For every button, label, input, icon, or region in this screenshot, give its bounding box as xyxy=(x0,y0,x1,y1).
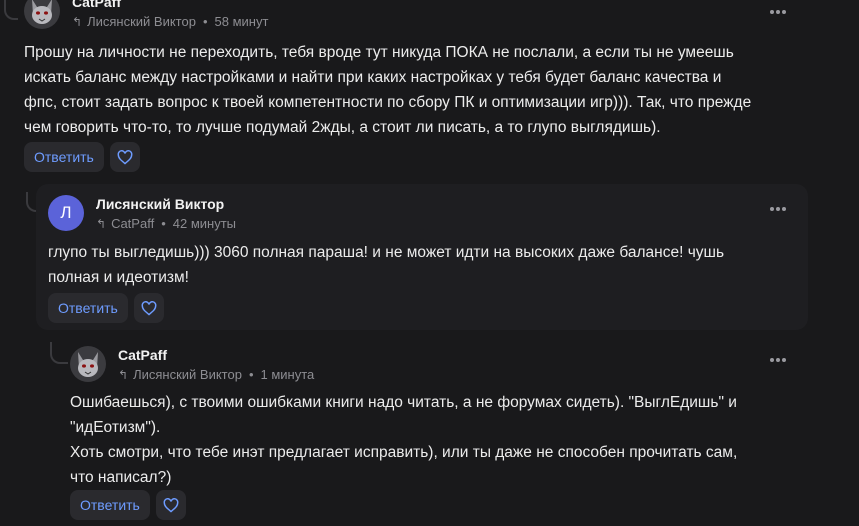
comment-time: 58 минут xyxy=(214,14,269,29)
comment-author[interactable]: CatPaff xyxy=(118,346,314,364)
reply-button[interactable]: Ответить xyxy=(24,142,104,172)
heart-icon xyxy=(163,497,179,512)
reply-button[interactable]: Ответить xyxy=(48,293,128,323)
more-dots-icon[interactable] xyxy=(770,353,786,367)
separator-dot: • xyxy=(202,14,208,29)
cat-avatar[interactable] xyxy=(24,0,60,29)
separator-dot: • xyxy=(161,216,166,231)
reply-arrow-icon: ↰ xyxy=(118,368,129,382)
comment-meta: ↰ Лисянский Виктор • 58 минут xyxy=(72,13,268,31)
comment-time: 1 минута xyxy=(260,367,315,382)
comment-meta: ↰ Лисянский Виктор • 1 минута xyxy=(118,366,314,384)
reply-to-user[interactable]: CatPaff xyxy=(111,215,154,233)
comment-text: Ошибаешься), с твоими ошибками книги над… xyxy=(70,394,738,486)
comment-meta: ↰ CatPaff • 42 минуты xyxy=(96,215,236,233)
thread-line xyxy=(4,0,18,20)
more-dots-icon[interactable] xyxy=(770,202,786,216)
thread-line xyxy=(50,342,68,364)
comment-text: глупо ты выгледишь))) 3060 полная параша… xyxy=(48,244,725,286)
comment-text: Прошу на личности не переходить, тебя вр… xyxy=(24,44,752,136)
reply-button[interactable]: Ответить xyxy=(70,490,150,520)
comment-author[interactable]: CatPaff xyxy=(72,0,268,11)
separator-dot: • xyxy=(248,367,254,382)
heart-icon xyxy=(117,149,133,164)
reply-to-user[interactable]: Лисянский Виктор xyxy=(133,366,242,384)
user-avatar[interactable]: Л xyxy=(48,195,84,231)
comment-time: 42 минуты xyxy=(172,216,236,231)
comment-author[interactable]: Лисянский Виктор xyxy=(96,195,236,213)
like-button[interactable] xyxy=(155,490,186,520)
heart-icon xyxy=(141,300,157,315)
reply-to-user[interactable]: Лисянский Виктор xyxy=(87,13,196,31)
like-button[interactable] xyxy=(109,142,140,172)
reply-arrow-icon: ↰ xyxy=(96,217,107,231)
reply-arrow-icon: ↰ xyxy=(72,15,83,29)
cat-avatar[interactable] xyxy=(70,346,106,382)
like-button[interactable] xyxy=(133,293,164,323)
more-dots-icon[interactable] xyxy=(770,5,786,19)
